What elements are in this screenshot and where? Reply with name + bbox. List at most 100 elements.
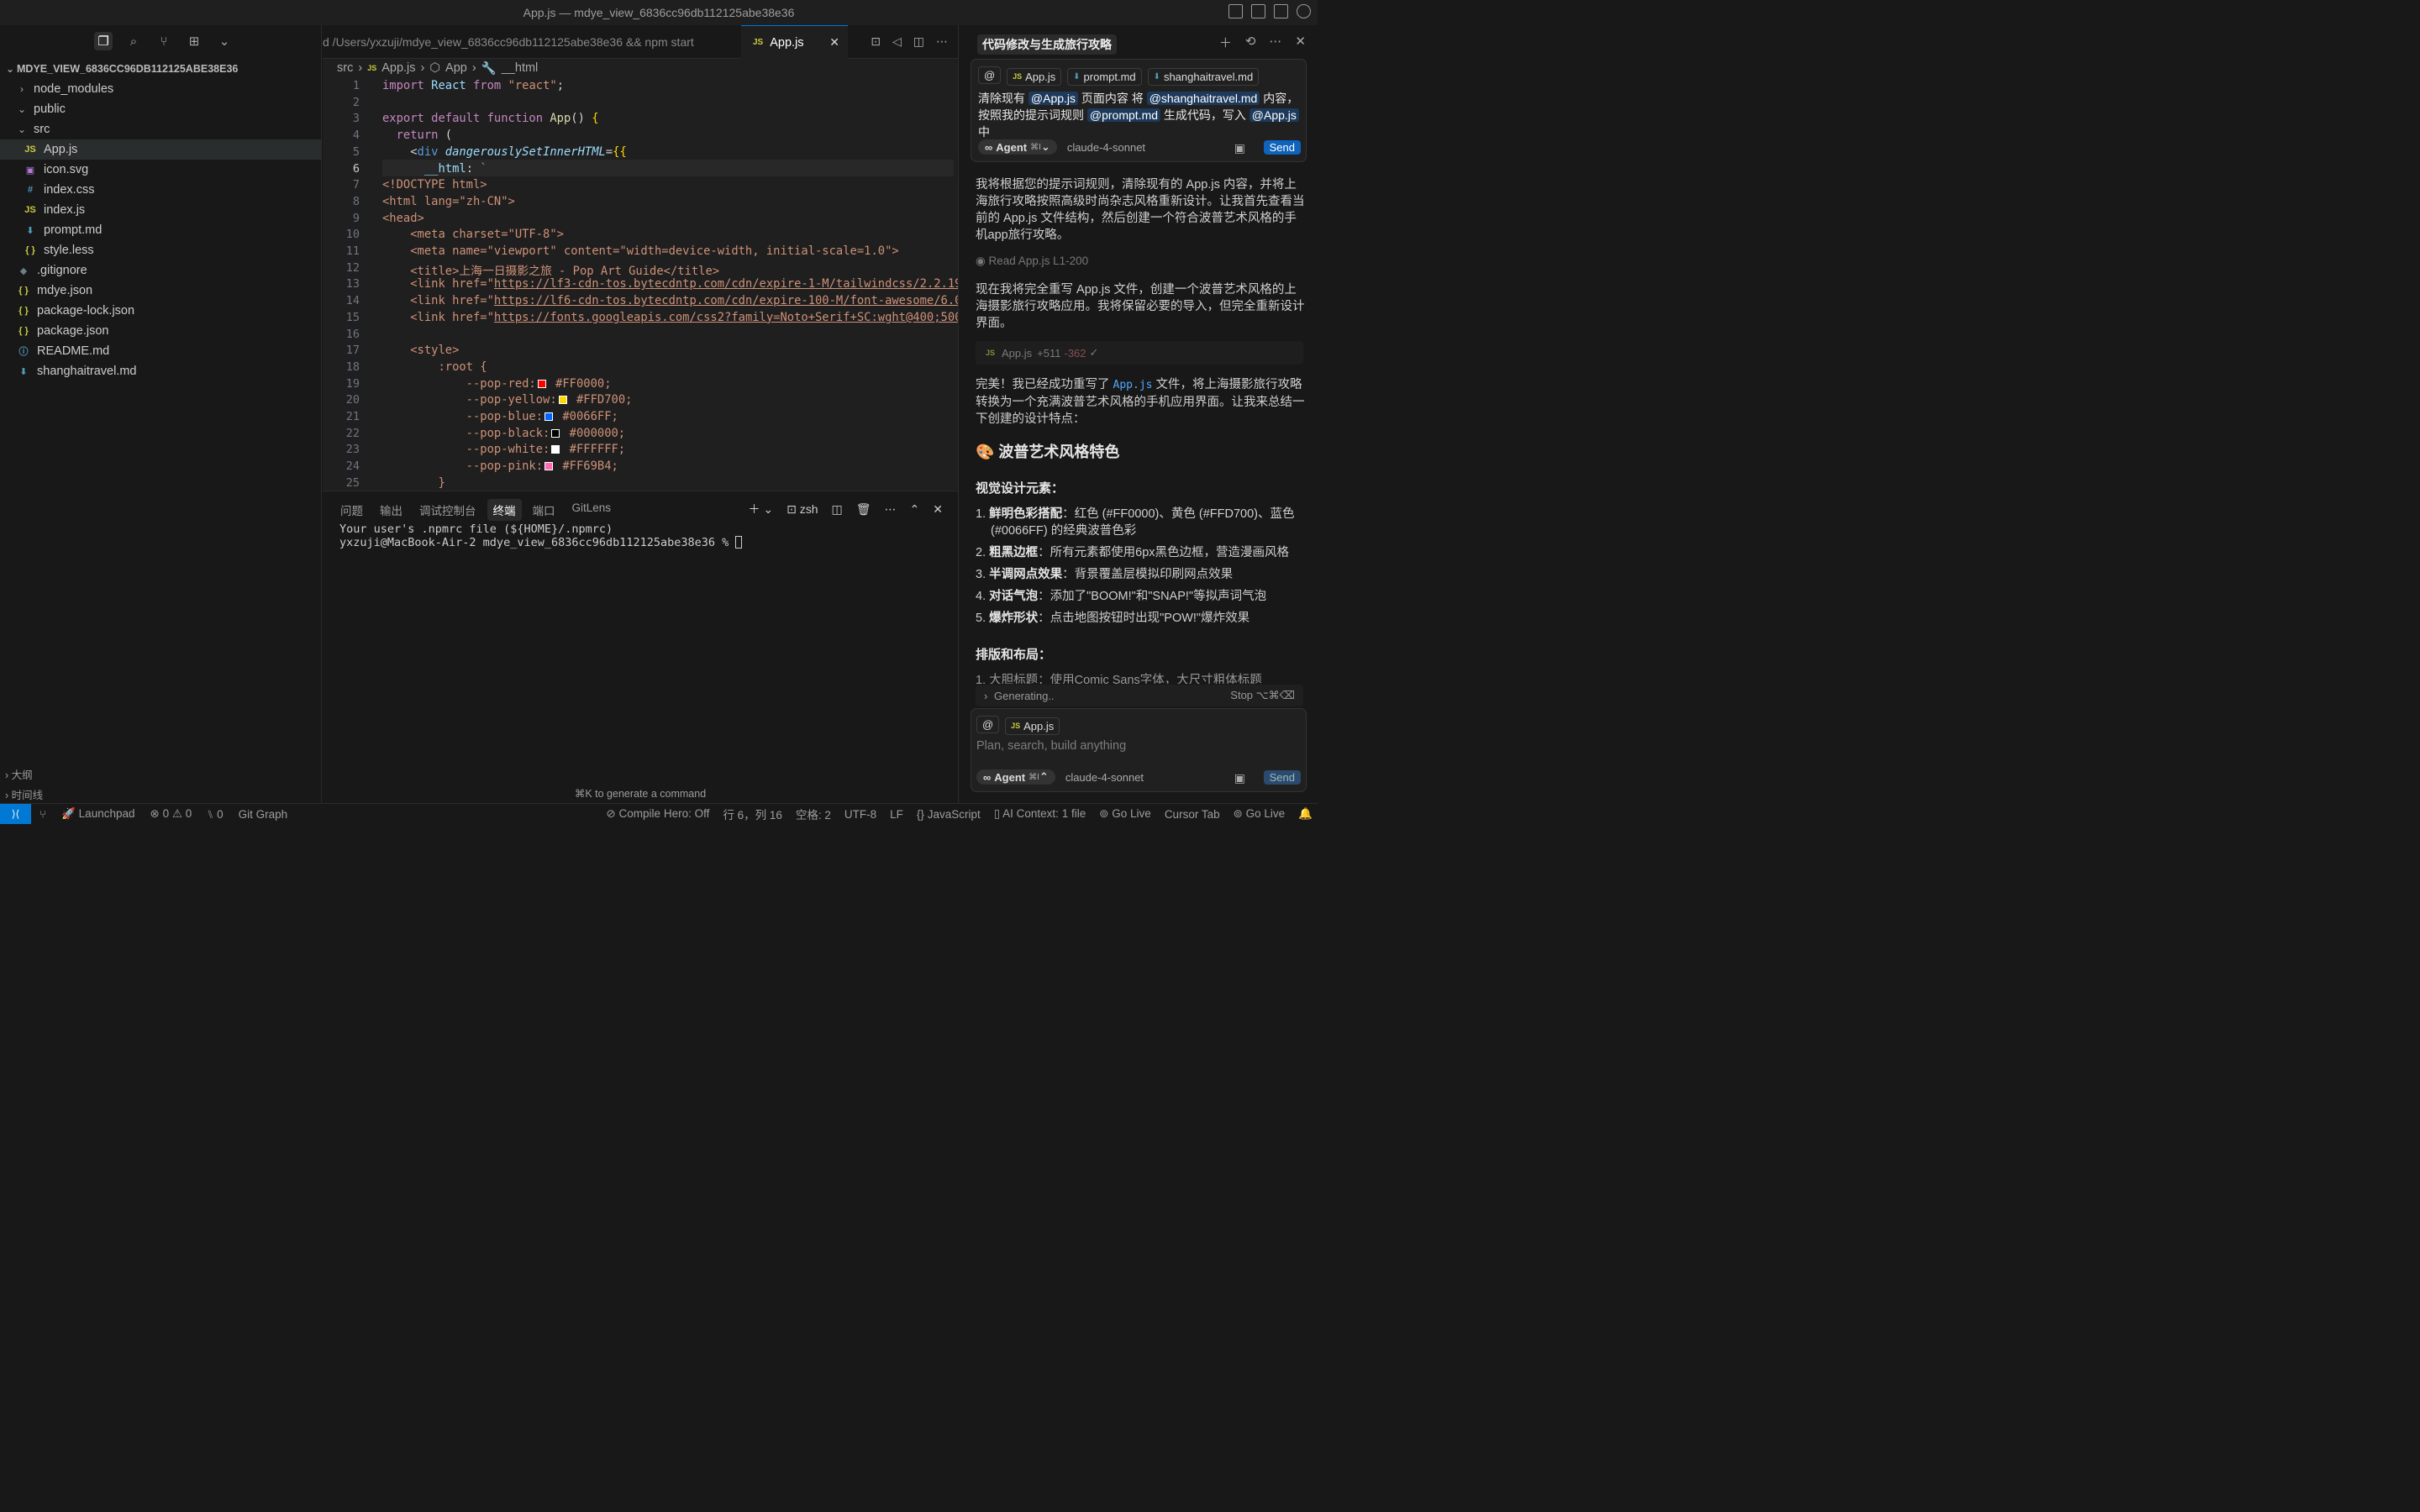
user-message-box[interactable]: @ JS App.js ⬇ prompt.md ⬇ shanghaitravel.md… (971, 59, 1307, 162)
notifications-bell-icon[interactable]: 🔔 (1298, 807, 1313, 821)
panel-tab[interactable]: 问题 (334, 499, 369, 521)
composer[interactable]: @ JS App.js Plan, search, build anything … (971, 708, 1307, 792)
explorer-icon[interactable]: ❐ (94, 32, 113, 50)
tree-item[interactable]: # index.css (0, 180, 322, 200)
model-selector[interactable]: claude-4-sonnet (1067, 141, 1145, 154)
outline-section[interactable]: › 大纲 (5, 766, 33, 782)
new-chat-icon[interactable]: ＋ (1219, 34, 1232, 51)
tree-item[interactable]: JS index.js (0, 200, 322, 220)
toggle-panel-icon[interactable] (1251, 4, 1265, 18)
svg-file-icon: ▣ (25, 165, 35, 176)
chat-title[interactable]: 代码修改与生成旅行攻略 (977, 34, 1117, 55)
more-actions-icon[interactable]: ⋯ (936, 34, 948, 49)
terminal-prompt[interactable]: yxzuji@MacBook-Air-2 mdye_view_6836cc96d… (339, 536, 743, 549)
image-icon[interactable]: ▣ (1234, 771, 1245, 785)
model-selector[interactable]: claude-4-sonnet (1065, 771, 1144, 784)
launchpad-item[interactable]: 🚀 Launchpad (61, 807, 134, 821)
chevron-down-icon[interactable]: ⌄ (215, 32, 234, 50)
extensions-icon[interactable]: ⊞ (185, 32, 203, 50)
tree-item[interactable]: ⌄ public (0, 99, 322, 119)
panel-tab[interactable]: GitLens (566, 499, 618, 521)
terminal-icon[interactable]: ⊡ (871, 34, 881, 49)
source-branch-icon[interactable]: ⑂ (39, 808, 46, 821)
mention-icon[interactable]: @ (976, 716, 1000, 733)
breadcrumb-symbol[interactable]: App (445, 61, 467, 75)
close-icon[interactable]: ✕ (829, 35, 839, 50)
cursor-position[interactable]: 行 6，列 16 (723, 806, 782, 822)
tree-item[interactable]: ⬇ shanghaitravel.md (0, 361, 322, 381)
composer-input[interactable]: Plan, search, build anything (976, 739, 1126, 753)
context-chip-shanghai[interactable]: ⬇ shanghaitravel.md (1147, 68, 1260, 86)
tree-item[interactable]: ▣ icon.svg (0, 160, 322, 180)
broadcast-icon[interactable]: ◁ (892, 34, 902, 49)
context-chip-prompt[interactable]: ⬇ prompt.md (1067, 68, 1142, 86)
code-line: --pop-yellow: #FFD700; (382, 393, 633, 407)
breadcrumb-property[interactable]: __html (502, 61, 539, 75)
tree-item[interactable]: JS App.js (0, 139, 322, 160)
tree-item[interactable]: { } mdye.json (0, 281, 322, 301)
code-line: <meta name="viewport" content="width=dev… (382, 244, 899, 258)
explorer-root[interactable]: ⌄ MDYE_VIEW_6836CC96DB112125ABE38E36 (0, 59, 322, 79)
close-icon[interactable]: ✕ (1295, 34, 1306, 51)
partial-list-item: 1. 大胆标题：使用Comic Sans字体，大尺寸粗体标题 (976, 674, 1262, 684)
tree-item[interactable]: › node_modules (0, 79, 322, 99)
timeline-section[interactable]: › 时间线 (5, 786, 43, 802)
history-icon[interactable]: ⟲ (1245, 34, 1256, 51)
stop-button[interactable]: Stop ⌥⌘⌫ (1230, 689, 1295, 702)
problems-item[interactable]: ⊗ 0 ⚠ 0 (150, 807, 192, 821)
mention-icon[interactable]: @ (978, 66, 1002, 84)
tab-app-js[interactable]: JS App.js ✕ (741, 25, 848, 59)
split-terminal-icon[interactable]: ◫ (832, 502, 843, 517)
trash-icon[interactable]: 🗑 (856, 502, 871, 517)
file-change-card[interactable]: JS App.js +511 -362 ✓ (976, 341, 1303, 365)
tree-item[interactable]: ⬇ prompt.md (0, 220, 322, 240)
settings-gear-icon[interactable] (1297, 4, 1311, 18)
split-editor-icon[interactable]: ◫ (913, 34, 924, 49)
panel-tab[interactable]: 调试控制台 (413, 499, 482, 521)
go-live-item-2[interactable]: ⊚ Go Live (1234, 807, 1286, 821)
tree-item[interactable]: ⌄ src (0, 119, 322, 139)
cursor-tab-item[interactable]: Cursor Tab (1165, 808, 1220, 821)
agent-mode-button[interactable]: ∞ Agent ⌘I ⌄ (978, 139, 1057, 155)
language-mode[interactable]: {} JavaScript (917, 808, 981, 821)
send-button[interactable]: Send (1263, 140, 1301, 155)
remote-icon[interactable]: ⟩⟨ (0, 804, 31, 824)
source-control-icon[interactable]: ⑂ (155, 32, 173, 50)
more-actions-icon[interactable]: ⋯ (885, 502, 897, 517)
agent-mode-button[interactable]: ∞ Agent ⌘I ⌃ (976, 769, 1055, 785)
tree-item[interactable]: ◆ .gitignore (0, 260, 322, 281)
breadcrumb-file[interactable]: App.js (381, 61, 415, 75)
composer-chip-app[interactable]: JS App.js (1005, 717, 1060, 735)
panel-tab[interactable]: 端口 (527, 499, 561, 521)
send-button[interactable]: Send (1263, 770, 1301, 785)
context-chip-app[interactable]: JS App.js (1007, 67, 1062, 86)
breadcrumb-src[interactable]: src (337, 61, 353, 75)
terminal-shell[interactable]: ⊡ zsh (786, 502, 818, 517)
more-actions-icon[interactable]: ⋯ (1269, 34, 1281, 51)
panel-tab[interactable]: 输出 (374, 499, 408, 521)
compile-hero-item[interactable]: ⊘ Compile Hero: Off (606, 807, 709, 821)
new-terminal-icon[interactable]: ＋ ⌄ (748, 501, 773, 517)
image-icon[interactable]: ▣ (1234, 141, 1245, 155)
tree-item[interactable]: { } style.less (0, 240, 322, 260)
maximize-panel-icon[interactable]: ⌃ (910, 502, 920, 517)
line-number: 19 (345, 376, 360, 391)
code-editor[interactable]: 1 import React from "react"; 2 3 export defa… (323, 77, 958, 491)
git-graph-item[interactable]: Git Graph (239, 808, 288, 821)
close-panel-icon[interactable]: ✕ (933, 502, 943, 517)
panel-tab[interactable]: 终端 (487, 499, 522, 521)
encoding[interactable]: UTF-8 (844, 808, 876, 821)
search-icon[interactable]: ⌕ (124, 32, 143, 50)
go-live-item[interactable]: ⊚ Go Live (1099, 807, 1151, 821)
tab-terminal-task[interactable]: d /Users/yxzuji/mdye_view_6836cc96db1121… (323, 25, 741, 59)
tool-read-status: ◉ Read App.js L1-200 (976, 255, 1089, 267)
ai-context-item[interactable]: ▯ AI Context: 1 file (994, 807, 1086, 821)
toggle-secondary-sidebar-icon[interactable] (1274, 4, 1288, 18)
tree-item[interactable]: { } package-lock.json (0, 301, 322, 321)
ports-item[interactable]: ⑊ 0 (207, 808, 223, 821)
end-of-line[interactable]: LF (890, 808, 903, 821)
toggle-sidebar-icon[interactable] (1228, 4, 1243, 18)
tree-item[interactable]: ⓘ README.md (0, 341, 322, 361)
tree-item[interactable]: { } package.json (0, 321, 322, 341)
indentation[interactable]: 空格: 2 (796, 806, 831, 822)
